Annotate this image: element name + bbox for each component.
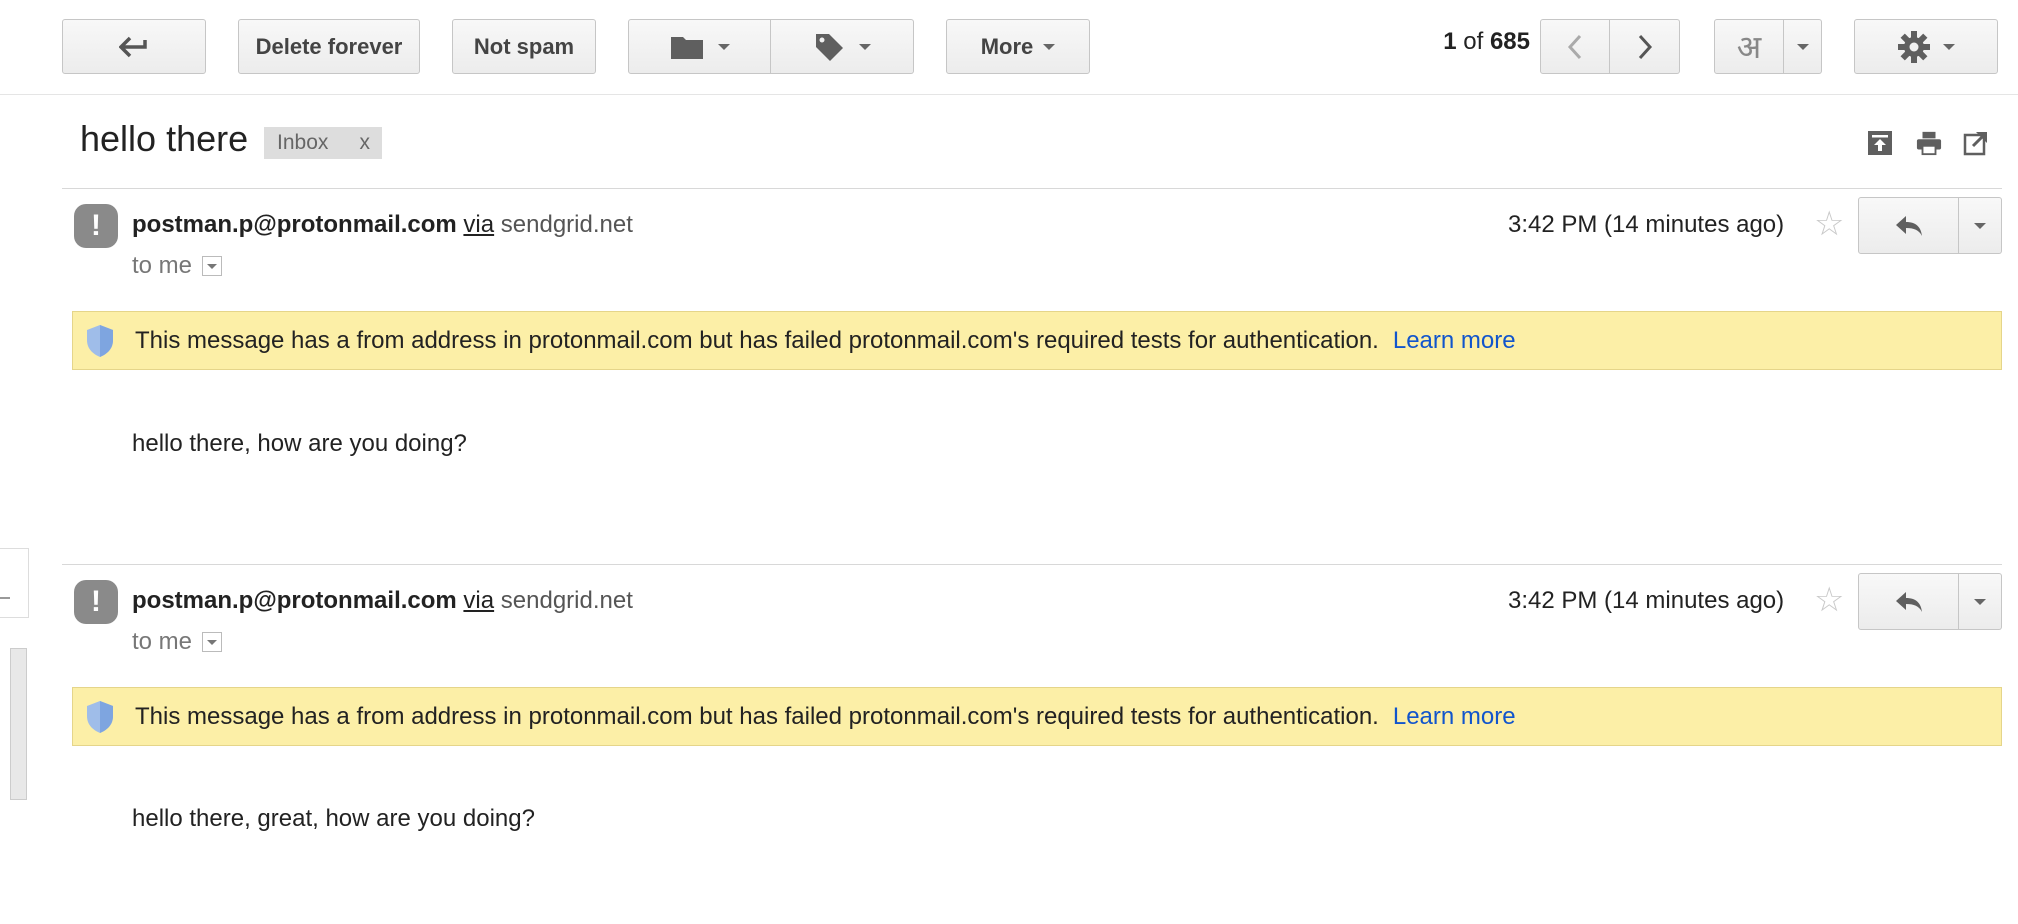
- chevron-down-icon: [207, 263, 218, 269]
- via-domain: sendgrid.net: [500, 587, 633, 614]
- chevron-down-icon: [1974, 222, 1986, 229]
- folder-icon: [670, 36, 703, 59]
- gear-icon: [1898, 30, 1930, 63]
- label-name: Inbox: [277, 131, 329, 154]
- via-domain: sendgrid.net: [500, 211, 633, 238]
- delete-forever-button[interactable]: Delete forever: [238, 19, 420, 74]
- pager-of: of: [1463, 28, 1484, 55]
- reply-icon: [1895, 215, 1922, 236]
- recipient-line: to me: [132, 252, 223, 280]
- chevron-down-icon: [859, 43, 871, 50]
- tag-icon: [816, 33, 843, 61]
- labels-button[interactable]: [771, 19, 914, 74]
- older-button[interactable]: [1610, 19, 1680, 74]
- expand-all-icon[interactable]: [1867, 130, 1893, 156]
- star-icon[interactable]: ☆: [1814, 583, 1844, 617]
- sender-email[interactable]: postman.p@protonmail.com: [132, 211, 457, 238]
- move-to-button[interactable]: [628, 19, 771, 74]
- sender-line: postman.p@protonmail.com via sendgrid.ne…: [132, 211, 633, 239]
- more-button[interactable]: More: [946, 19, 1090, 74]
- learn-more-link[interactable]: Learn more: [1393, 327, 1516, 355]
- warning-text: This message has a from address in proto…: [135, 702, 1379, 730]
- reply-group: [1858, 197, 2002, 254]
- chevron-down-icon: [1943, 43, 1955, 50]
- back-button[interactable]: [62, 19, 206, 74]
- shield-icon: [87, 324, 113, 357]
- reply-button[interactable]: [1858, 197, 1959, 254]
- pager-current: 1: [1443, 28, 1457, 55]
- chevron-down-icon: [717, 43, 730, 50]
- pager-total: 685: [1489, 28, 1530, 55]
- message-divider: [62, 564, 2002, 565]
- warning-text: This message has a from address in proto…: [135, 326, 1379, 354]
- input-tools-group: अ: [1714, 19, 1822, 74]
- subject-divider: [62, 188, 2002, 189]
- learn-more-link[interactable]: Learn more: [1393, 703, 1516, 731]
- input-tools-button[interactable]: अ: [1714, 19, 1784, 74]
- via-link[interactable]: via: [463, 211, 494, 238]
- recipient-line: to me: [132, 628, 223, 656]
- remove-label-button[interactable]: x: [360, 131, 371, 155]
- newer-button[interactable]: [1540, 19, 1610, 74]
- left-scroll-track[interactable]: [10, 648, 27, 800]
- left-edge-panel: [0, 548, 29, 618]
- shield-icon: [87, 700, 113, 733]
- message-more-button[interactable]: [1959, 573, 2002, 630]
- pager-count: 1 of 685: [1420, 28, 1530, 56]
- message-body: hello there, great, how are you doing?: [132, 805, 535, 832]
- message-time: 3:42 PM (14 minutes ago): [1508, 211, 1785, 238]
- sender-line: postman.p@protonmail.com via sendgrid.ne…: [132, 587, 633, 615]
- warning-avatar-icon: !: [74, 204, 118, 248]
- show-details-button[interactable]: [202, 256, 223, 276]
- recipient-text: to me: [132, 628, 193, 655]
- left-edge-dash: [0, 597, 10, 599]
- chevron-down-icon: [1974, 598, 1986, 605]
- reply-group: [1858, 573, 2002, 630]
- reply-button[interactable]: [1858, 573, 1959, 630]
- authentication-warning: This message has a from address in proto…: [72, 687, 2002, 746]
- message-body: hello there, how are you doing?: [132, 430, 467, 457]
- message-time: 3:42 PM (14 minutes ago): [1508, 587, 1785, 614]
- thread-subject: hello there: [80, 118, 249, 159]
- sender-email[interactable]: postman.p@protonmail.com: [132, 587, 457, 614]
- print-icon[interactable]: [1916, 130, 1942, 156]
- warning-avatar-icon: !: [74, 580, 118, 624]
- inbox-label-chip[interactable]: Inbox x: [264, 127, 382, 159]
- star-icon[interactable]: ☆: [1814, 207, 1844, 241]
- chevron-left-icon: [1567, 34, 1582, 59]
- back-arrow-icon: [119, 36, 147, 57]
- chevron-right-icon: [1638, 34, 1652, 59]
- via-link[interactable]: via: [463, 587, 494, 614]
- show-details-button[interactable]: [202, 632, 223, 652]
- pager-nav-group: [1540, 19, 1680, 74]
- chevron-down-icon: [1796, 43, 1809, 50]
- not-spam-button[interactable]: Not spam: [452, 19, 596, 74]
- toolbar-divider: [0, 94, 2018, 95]
- recipient-text: to me: [132, 252, 193, 279]
- message-more-button[interactable]: [1959, 197, 2002, 254]
- chevron-down-icon: [1043, 43, 1056, 50]
- move-label-group: [628, 19, 914, 74]
- input-tools-dropdown[interactable]: [1784, 19, 1822, 74]
- new-window-icon[interactable]: [1963, 130, 1989, 156]
- reply-icon: [1895, 591, 1922, 612]
- more-label: More: [980, 33, 1034, 59]
- authentication-warning: This message has a from address in proto…: [72, 311, 2002, 370]
- settings-button[interactable]: [1854, 19, 1998, 74]
- chevron-down-icon: [207, 639, 218, 645]
